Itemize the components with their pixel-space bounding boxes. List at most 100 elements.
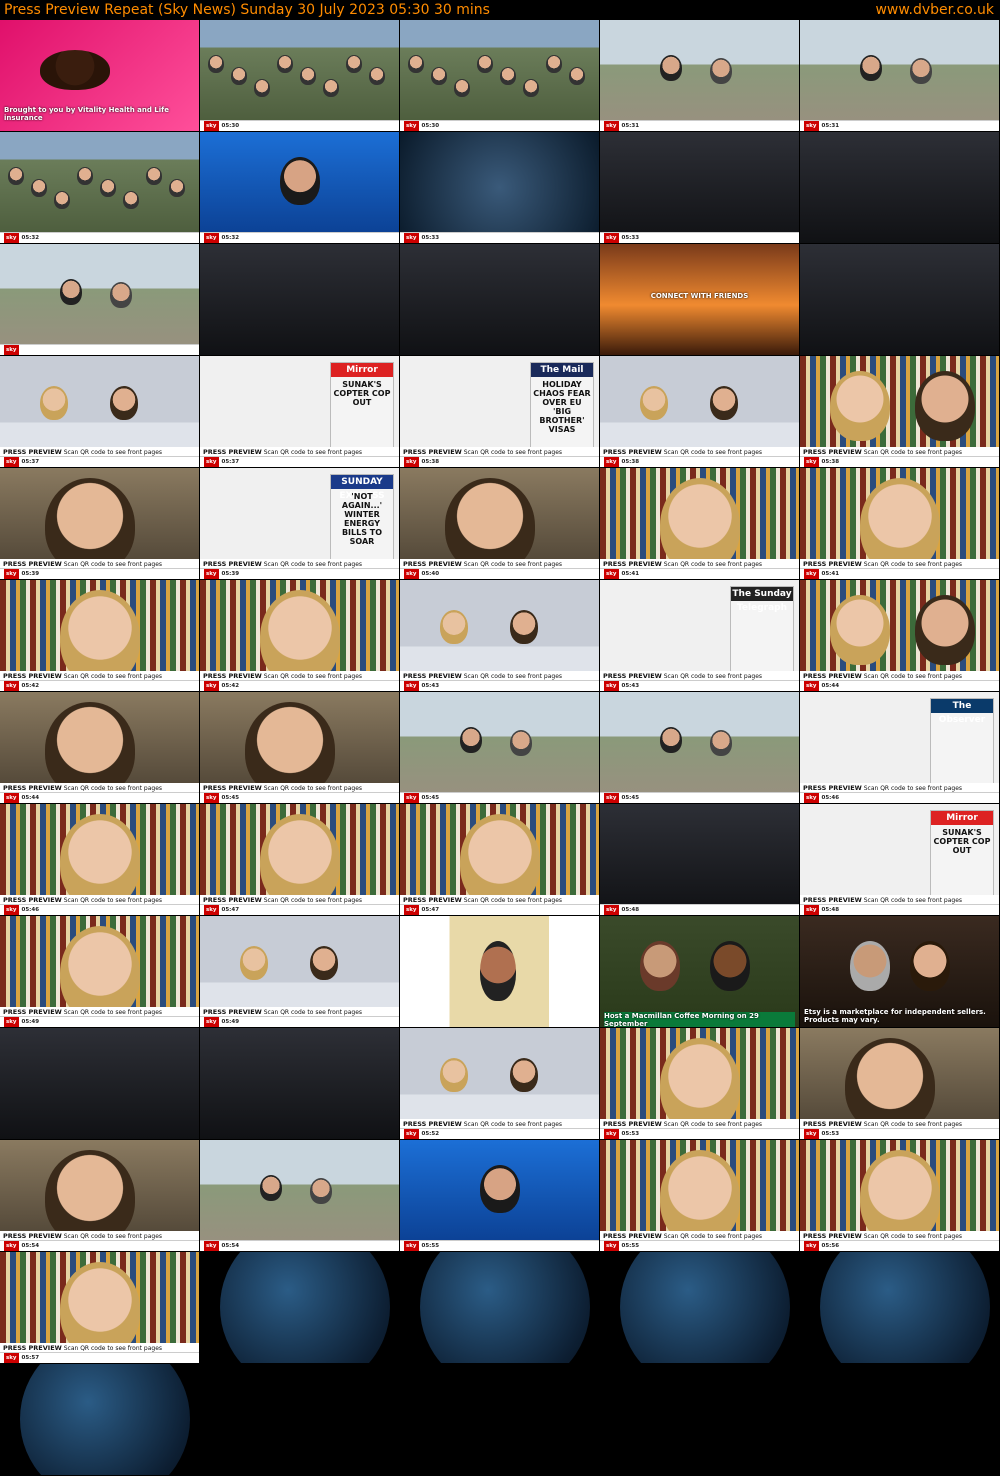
ticker-time: 05:30 [421, 123, 440, 129]
thumbnail[interactable]: The Sunday Telegraph PRESS PREVIEW Scan Q… [600, 580, 799, 691]
thumbnail[interactable]: PRESS PREVIEW Scan QR code to see front … [400, 804, 599, 915]
thumbnail[interactable]: PRESS PREVIEW Scan QR code to see front … [200, 916, 399, 1027]
person [254, 79, 270, 97]
ticker-time: 05:38 [821, 459, 840, 465]
sky-logo: sky [604, 1241, 619, 1251]
person [830, 595, 890, 665]
thumbnail[interactable] [200, 1028, 399, 1139]
thumbnail[interactable]: sky 05:30 [200, 20, 399, 131]
thumbnail[interactable]: SUNDAY EXPRESS 'NOT AGAIN...' WINTER ENER… [200, 468, 399, 579]
person [231, 67, 247, 85]
thumbnail[interactable] [200, 1252, 399, 1363]
thumbnail[interactable]: PRESS PREVIEW Scan QR code to see front … [0, 356, 199, 467]
thumbnail[interactable]: The Observer PRESS PREVIEW Scan QR code t… [800, 692, 999, 803]
news-ticker: sky 05:44 [0, 792, 199, 803]
news-ticker: sky 05:55 [600, 1240, 799, 1251]
thumbnail[interactable]: Host a Macmillan Coffee Morning on 29 Se… [600, 916, 799, 1027]
thumbnail[interactable] [400, 1252, 599, 1363]
thumbnail[interactable] [400, 916, 599, 1027]
thumbnail[interactable]: PRESS PREVIEW Scan QR code to see front … [600, 356, 799, 467]
thumbnail[interactable]: Mirror SUNAK'S COPTER COP OUT PRESS PREVIE… [200, 356, 399, 467]
press-preview-label: PRESS PREVIEW [3, 672, 62, 680]
thumbnail[interactable] [400, 244, 599, 355]
ticker-time: 05:44 [21, 795, 40, 801]
thumbnail[interactable]: Brought to you by Vitality Health and Li… [0, 20, 199, 131]
news-ticker: sky 05:37 [0, 456, 199, 467]
thumbnail[interactable]: sky 05:55 [400, 1140, 599, 1251]
thumbnail[interactable] [800, 244, 999, 355]
thumbnail[interactable]: PRESS PREVIEW Scan QR code to see front … [400, 580, 599, 691]
site-link[interactable]: www.dvber.co.uk [875, 0, 994, 20]
thumbnail[interactable]: PRESS PREVIEW Scan QR code to see front … [0, 580, 199, 691]
person [510, 610, 538, 644]
person [240, 946, 268, 980]
thumbnail[interactable]: PRESS PREVIEW Scan QR code to see front … [200, 804, 399, 915]
news-ticker: sky 05:31 [600, 120, 799, 131]
thumbnail[interactable]: PRESS PREVIEW Scan QR code to see front … [0, 804, 199, 915]
sky-logo: sky [4, 1241, 19, 1251]
thumbnail[interactable]: PRESS PREVIEW Scan QR code to see front … [600, 468, 799, 579]
thumbnail[interactable]: PRESS PREVIEW Scan QR code to see front … [200, 692, 399, 803]
thumbnail[interactable]: sky 05:32 [200, 132, 399, 243]
thumbnail[interactable]: sky 05:31 [800, 20, 999, 131]
ticker-time: 05:37 [21, 459, 40, 465]
thumbnail-scene [600, 804, 799, 915]
thumbnail[interactable]: Etsy is a marketplace for independent se… [800, 916, 999, 1027]
thumbnail[interactable]: PRESS PREVIEW Scan QR code to see front … [600, 1028, 799, 1139]
thumbnail[interactable]: Mirror SUNAK'S COPTER COP OUT PRESS PREVIE… [800, 804, 999, 915]
thumbnail[interactable]: PRESS PREVIEW Scan QR code to see front … [200, 580, 399, 691]
thumbnail[interactable]: sky 05:33 [600, 132, 799, 243]
thumbnail[interactable]: sky 05:54 [200, 1140, 399, 1251]
news-ticker: sky 05:46 [0, 904, 199, 915]
ticker-time: 05:54 [21, 1243, 40, 1249]
press-preview-label: PRESS PREVIEW [3, 784, 62, 792]
thumbnail[interactable]: PRESS PREVIEW Scan QR code to see front … [800, 580, 999, 691]
thumbnail[interactable]: PRESS PREVIEW Scan QR code to see front … [0, 1140, 199, 1251]
thumbnail[interactable]: PRESS PREVIEW Scan QR code to see front … [0, 692, 199, 803]
thumbnail[interactable] [600, 1252, 799, 1363]
thumbnail[interactable]: sky [0, 244, 199, 355]
ticker-time: 05:43 [621, 683, 640, 689]
news-ticker: sky 05:39 [0, 568, 199, 579]
thumbnail[interactable]: PRESS PREVIEW Scan QR code to see front … [800, 1028, 999, 1139]
thumbnail[interactable]: sky 05:31 [600, 20, 799, 131]
thumbnail[interactable]: CONNECT WITH FRIENDS [600, 244, 799, 355]
press-preview-label: PRESS PREVIEW [3, 560, 62, 568]
thumbnail[interactable]: sky 05:33 [400, 132, 599, 243]
thumbnail[interactable]: PRESS PREVIEW Scan QR code to see front … [800, 468, 999, 579]
thumbnail[interactable] [200, 244, 399, 355]
thumbnail[interactable]: PRESS PREVIEW Scan QR code to see front … [800, 1140, 999, 1251]
person [310, 1178, 332, 1204]
thumbnail[interactable]: PRESS PREVIEW Scan QR code to see front … [400, 1028, 599, 1139]
sky-logo: sky [204, 1241, 219, 1251]
ad-caption: Host a Macmillan Coffee Morning on 29 Se… [604, 1012, 795, 1027]
qr-prompt: Scan QR code to see front pages [861, 673, 963, 680]
newspaper-headline: SUNAK'S COPTER COP OUT [933, 828, 991, 855]
person [260, 1175, 282, 1201]
thumbnail[interactable]: sky 05:30 [400, 20, 599, 131]
thumbnail[interactable]: sky 05:45 [400, 692, 599, 803]
thumbnail[interactable]: sky 05:32 [0, 132, 199, 243]
thumbnail[interactable]: PRESS PREVIEW Scan QR code to see front … [0, 468, 199, 579]
thumbnail[interactable]: PRESS PREVIEW Scan QR code to see front … [400, 468, 599, 579]
person [640, 386, 668, 420]
qr-prompt: Scan QR code to see front pages [61, 1009, 163, 1016]
thumbnail[interactable]: PRESS PREVIEW Scan QR code to see front … [800, 356, 999, 467]
thumbnail[interactable]: PRESS PREVIEW Scan QR code to see front … [600, 1140, 799, 1251]
thumbnail[interactable]: sky 05:45 [600, 692, 799, 803]
thumbnail[interactable]: PRESS PREVIEW Scan QR code to see front … [0, 1252, 199, 1363]
news-ticker: sky 05:39 [200, 568, 399, 579]
sky-logo: sky [804, 1241, 819, 1251]
person [208, 55, 224, 73]
thumbnail[interactable]: PRESS PREVIEW Scan QR code to see front … [0, 916, 199, 1027]
thumbnail[interactable] [800, 1252, 999, 1363]
person [60, 279, 82, 305]
thumbnail[interactable]: sky 05:48 [600, 804, 799, 915]
thumbnail[interactable] [800, 132, 999, 243]
thumbnail[interactable] [0, 1028, 199, 1139]
qr-prompt: Scan QR code to see front pages [261, 785, 363, 792]
thumbnail[interactable]: The Mail HOLIDAY CHAOS FEAR OVER EU 'BIG … [400, 356, 599, 467]
news-ticker: sky [0, 344, 199, 355]
thumbnail[interactable] [0, 1364, 199, 1475]
qr-prompt: Scan QR code to see front pages [61, 1233, 163, 1240]
